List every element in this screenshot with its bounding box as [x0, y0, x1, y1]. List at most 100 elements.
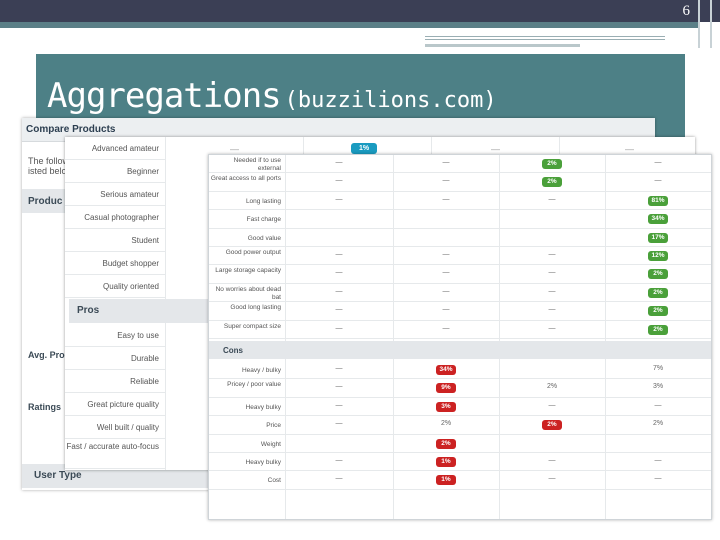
- pros-cell: —: [442, 195, 450, 203]
- row-easy-to-use: Easy to use: [65, 324, 165, 347]
- pros-cell: 2%: [632, 269, 684, 280]
- pros-cell: —: [335, 306, 343, 314]
- cons-row: Weight 2%: [209, 435, 711, 453]
- decorative-line-2: [425, 44, 580, 47]
- pros-row-label: Long lasting: [245, 197, 281, 205]
- pros-row: Fast charge 34%: [209, 210, 711, 229]
- row-quality-oriented: Quality oriented: [65, 275, 165, 298]
- row-casual-photographer: Casual photographer: [65, 206, 165, 229]
- row-advanced-amateur: Advanced amateur: [65, 137, 165, 160]
- intro-text-1: The follow: [28, 156, 70, 166]
- pros-row-label: Super compact size: [223, 322, 281, 330]
- page-number: 6: [682, 3, 691, 19]
- cons-cell: —: [654, 401, 662, 409]
- avg-label: Avg. Pro: [28, 350, 65, 360]
- cons-cell: 9%: [420, 383, 472, 394]
- products-section: Produc: [22, 189, 70, 213]
- pros-row-label: Large storage capacity: [215, 267, 281, 275]
- cons-cell: 2%: [526, 420, 578, 431]
- pros-row: No worries about dead bat — — — 2%: [209, 284, 711, 303]
- dash-cell: —: [625, 144, 634, 154]
- pro-percentage-badge: 2%: [648, 269, 668, 280]
- cons-row-label: Heavy bulky: [245, 459, 281, 466]
- con-percentage-badge: 3%: [436, 401, 456, 412]
- slide-title: Aggregations (buzzilions.com): [47, 76, 497, 116]
- pros-row: Good value 17%: [209, 229, 711, 247]
- cons-cell: —: [654, 475, 662, 483]
- cons-cell: 3%: [420, 401, 472, 412]
- row-budget-shopper: Budget shopper: [65, 252, 165, 275]
- pros-cell: —: [654, 159, 662, 166]
- cons-row: Cost — 1% — —: [209, 471, 711, 490]
- advanced-amateur-badge: 1%: [351, 143, 377, 154]
- cons-cell: 1%: [420, 457, 472, 467]
- pros-cell: 2%: [526, 177, 578, 188]
- pros-row: Super compact size — — — 2%: [209, 321, 711, 339]
- con-percentage-badge: 1%: [436, 457, 456, 467]
- cons-row: Price — 2% 2% 2%: [209, 416, 711, 435]
- cons-cell: 3%: [652, 383, 664, 391]
- pros-cell: —: [335, 195, 343, 203]
- cons-cell: —: [335, 401, 343, 409]
- cons-row-label: Cost: [267, 477, 281, 485]
- pros-row-label: Good value: [247, 234, 281, 242]
- decorative-line: [425, 36, 665, 40]
- pros-cell: 12%: [632, 251, 684, 261]
- row-well-built: Well built / quality: [65, 416, 165, 439]
- pros-row-label: Great access to all ports: [210, 175, 281, 183]
- pros-cell: —: [335, 177, 343, 185]
- cons-row-label: Heavy / bulky: [241, 367, 281, 374]
- con-percentage-badge: 2%: [436, 438, 456, 449]
- pros-cell: 2%: [632, 287, 684, 298]
- pros-cell: 2%: [632, 306, 684, 317]
- cons-cell: 2%: [546, 383, 558, 391]
- cons-row: Pricey / poor value — 9% 2% 3%: [209, 379, 711, 398]
- cons-cell: 2%: [440, 420, 452, 428]
- pros-cell: 17%: [632, 232, 684, 243]
- pros-row: Long lasting — — — 81%: [209, 192, 711, 211]
- cons-cell: 2%: [652, 420, 664, 428]
- pros-cons-panel: Needed if to use external — —2% — Great acce…: [208, 154, 712, 520]
- pros-row-label: Good long lasting: [230, 304, 281, 312]
- pros-cell: —: [442, 159, 450, 166]
- cons-cell: —: [335, 457, 343, 464]
- cons-cell: 34%: [420, 365, 472, 375]
- dash-cell: —: [491, 144, 500, 154]
- pros-cell: 2%: [526, 159, 578, 169]
- row-fast-autofocus: Fast / accurate auto-focus: [65, 439, 165, 469]
- pros-row: Large storage capacity — — — 2%: [209, 265, 711, 284]
- pros-row-label: Good power output: [225, 249, 281, 256]
- con-percentage-badge: 2%: [542, 420, 562, 431]
- row-durable: Durable: [65, 347, 165, 370]
- pros-row: Great access to all ports — — 2% —: [209, 173, 711, 192]
- pros-cell: —: [654, 177, 662, 185]
- pros-cell: 34%: [632, 214, 684, 225]
- pros-cell: 81%: [632, 195, 684, 206]
- dash-cell: —: [230, 144, 239, 154]
- cons-cell: —: [548, 401, 556, 409]
- cons-cell: —: [548, 475, 556, 483]
- pro-percentage-badge: 2%: [542, 177, 562, 188]
- top-bar: [0, 0, 720, 22]
- intro-text-2: isted belo: [28, 166, 67, 176]
- pros-cell: —: [548, 195, 556, 203]
- cons-cell: 1%: [420, 475, 472, 486]
- cons-row-label: Pricey / poor value: [227, 381, 281, 389]
- pros-cell: —: [335, 251, 343, 258]
- pro-percentage-badge: 2%: [648, 324, 668, 335]
- pros-cell: —: [442, 324, 450, 332]
- cons-cell: —: [335, 475, 343, 483]
- pros-cell: —: [548, 306, 556, 314]
- pros-cell: 2%: [632, 324, 684, 335]
- con-percentage-badge: 34%: [436, 365, 456, 375]
- cons-cell: —: [335, 365, 343, 372]
- pros-cell: —: [548, 269, 556, 277]
- pro-percentage-badge: 34%: [648, 214, 668, 225]
- pros-cell: —: [442, 269, 450, 277]
- pros-cell: —: [548, 287, 556, 295]
- row-student: Student: [65, 229, 165, 252]
- pros-cell: —: [442, 251, 450, 258]
- pro-percentage-badge: 2%: [542, 159, 562, 169]
- cons-row: Heavy / bulky — 34% 7%: [209, 361, 711, 380]
- cons-section: Cons: [209, 341, 711, 359]
